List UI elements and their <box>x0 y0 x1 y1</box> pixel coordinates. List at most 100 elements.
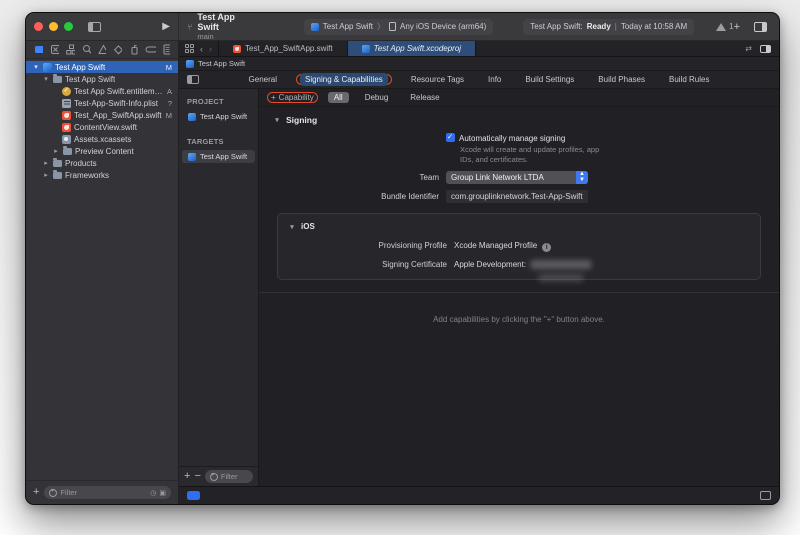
segment-release[interactable]: Release <box>404 92 445 103</box>
team-popup-button[interactable]: Group Link Network LTDA ▲▼ <box>446 171 588 184</box>
status-separator: | <box>615 22 617 31</box>
tab-build-settings[interactable]: Build Settings <box>520 73 579 86</box>
disclosure-chevron-icon[interactable]: ▾ <box>32 63 40 71</box>
info-icon[interactable]: i <box>542 243 551 252</box>
project-targets-panel: PROJECT Test App Swift TARGETS Test App … <box>179 89 259 486</box>
debug-navigator-icon[interactable] <box>129 44 138 55</box>
file-tree-row[interactable]: ▾ Test App Swift M <box>26 61 178 73</box>
status-project: Test App Swift: <box>530 22 582 31</box>
symbol-navigator-icon[interactable] <box>66 44 75 55</box>
auto-manage-description: Xcode will create and update profiles, a… <box>460 145 610 165</box>
add-file-button[interactable]: + <box>33 487 39 498</box>
targets-header: TARGETS <box>179 123 258 150</box>
status-state: Ready <box>587 22 611 31</box>
tab-resource-tags[interactable]: Resource Tags <box>406 73 469 86</box>
display-icon[interactable] <box>760 491 771 500</box>
file-name: Test App Swift <box>55 63 105 72</box>
folder-icon <box>53 172 62 179</box>
breakpoint-navigator-icon[interactable] <box>145 44 156 55</box>
scheme-selector[interactable]: Test App Swift 〉 Any iOS Device (arm64) <box>304 19 494 35</box>
inspector-toggle-icon[interactable] <box>754 22 767 32</box>
editor-arrangement-icon[interactable]: ⇄ <box>745 44 752 53</box>
scheme-destination: Any iOS Device (arm64) <box>400 22 486 31</box>
add-capability-button[interactable]: + Capability <box>271 93 314 102</box>
filter-icon <box>210 473 218 481</box>
project-navigator-icon[interactable] <box>34 44 43 55</box>
project-header: PROJECT <box>179 89 258 110</box>
folder-icon <box>53 160 62 167</box>
target-item-label: Test App Swift <box>200 152 247 161</box>
back-chevron-icon[interactable]: ‹ <box>200 44 203 54</box>
disclosure-chevron-icon[interactable]: ▸ <box>42 171 50 179</box>
file-tree-row[interactable]: ▸ Products <box>26 157 178 169</box>
bundle-identifier-field[interactable]: com.grouplinknetwork.Test-App-Swift <box>446 190 588 203</box>
capability-toolbar: + Capability All Debug Release <box>259 89 779 107</box>
navigator-toggle-icon[interactable] <box>88 22 101 32</box>
file-tree-row[interactable]: Test App Swift.entitlements A <box>26 85 178 97</box>
tab-build-rules[interactable]: Build Rules <box>664 73 714 86</box>
minimize-button[interactable] <box>49 22 58 31</box>
scm-filter-icon[interactable]: ▣ <box>159 489 166 497</box>
library-plus-button[interactable]: + <box>734 21 740 33</box>
file-tree-row[interactable]: ▸ Frameworks <box>26 169 178 181</box>
close-button[interactable] <box>34 22 43 31</box>
split-editor-icon[interactable] <box>760 45 771 53</box>
app-project-icon <box>188 113 196 121</box>
forward-chevron-icon[interactable]: › <box>209 44 212 54</box>
file-tree: ▾ Test App Swift M ▾ Test App Swift Test… <box>26 59 178 480</box>
tab-info[interactable]: Info <box>483 73 506 86</box>
file-name: Test-App-Swift-Info.plist <box>74 99 158 108</box>
activity-status[interactable]: Test App Swift: Ready | Today at 10:58 A… <box>523 19 694 35</box>
file-tree-row[interactable]: ContentView.swift <box>26 121 178 133</box>
run-button[interactable]: ▶ <box>162 22 170 32</box>
tab-swift-file[interactable]: Test_App_SwiftApp.swift <box>219 41 348 56</box>
team-value: Group Link Network LTDA <box>451 173 544 182</box>
jump-bar[interactable]: Test App Swift <box>179 57 779 71</box>
file-tree-row[interactable]: ▸ Preview Content <box>26 145 178 157</box>
tab-overview-icon[interactable] <box>185 44 194 53</box>
zoom-button[interactable] <box>64 22 73 31</box>
ios-section-header[interactable]: ▾ iOS <box>278 218 760 233</box>
tab-general[interactable]: General <box>244 73 282 86</box>
swift-file-icon <box>233 45 241 53</box>
editor-header: General Signing & Capabilities Resource … <box>179 71 779 89</box>
file-tree-row[interactable]: Test_App_SwiftApp.swift M <box>26 109 178 121</box>
tab-xcodeproj[interactable]: Test App Swift.xcodeproj <box>348 41 476 56</box>
report-navigator-icon[interactable] <box>163 44 170 55</box>
issues-indicator[interactable]: 1 <box>716 22 733 31</box>
tab-label: Test App Swift.xcodeproj <box>374 44 461 53</box>
tab-build-phases[interactable]: Build Phases <box>593 73 650 86</box>
disclosure-chevron-icon[interactable]: ▾ <box>42 75 50 83</box>
file-tree-row[interactable]: Assets.xcassets <box>26 133 178 145</box>
app-project-icon <box>362 45 370 53</box>
disclosure-chevron-icon: ▾ <box>273 116 281 124</box>
add-target-button[interactable]: + <box>184 471 190 482</box>
recent-files-icon[interactable]: ◷ <box>150 489 156 497</box>
file-tree-row[interactable]: ▾ Test App Swift <box>26 73 178 85</box>
navigator-filter-bar: + Filter ◷ ▣ <box>26 480 178 504</box>
remove-target-button[interactable]: − <box>194 471 200 482</box>
targets-filter-field[interactable]: Filter <box>205 470 253 483</box>
auto-manage-checkbox[interactable]: Automatically manage signing <box>446 134 565 143</box>
tab-signing-capabilities[interactable]: Signing & Capabilities <box>300 73 388 86</box>
segment-all[interactable]: All <box>328 92 349 103</box>
section-divider <box>259 292 779 293</box>
target-item[interactable]: Test App Swift <box>182 150 255 163</box>
project-editor-tabs: General Signing & Capabilities Resource … <box>179 73 779 86</box>
segment-debug[interactable]: Debug <box>359 92 395 103</box>
source-control-navigator-icon[interactable] <box>50 44 59 55</box>
file-tree-row[interactable]: Test-App-Swift-Info.plist ? <box>26 97 178 109</box>
folder-icon <box>53 76 62 83</box>
navigator-filter-field[interactable]: Filter ◷ ▣ <box>44 486 171 499</box>
signing-section-header[interactable]: ▾ Signing <box>259 107 779 127</box>
bottom-blue-indicator-icon[interactable] <box>187 491 200 500</box>
test-navigator-icon[interactable] <box>113 44 122 55</box>
issue-navigator-icon[interactable] <box>98 44 107 55</box>
disclosure-chevron-icon[interactable]: ▸ <box>42 159 50 167</box>
disclosure-chevron-icon[interactable]: ▸ <box>52 147 60 155</box>
project-item[interactable]: Test App Swift <box>182 110 255 123</box>
find-navigator-icon[interactable] <box>82 44 91 55</box>
titlebar-left: ▶ <box>26 13 179 40</box>
filter-icon <box>49 489 57 497</box>
app-project-icon <box>186 60 194 68</box>
